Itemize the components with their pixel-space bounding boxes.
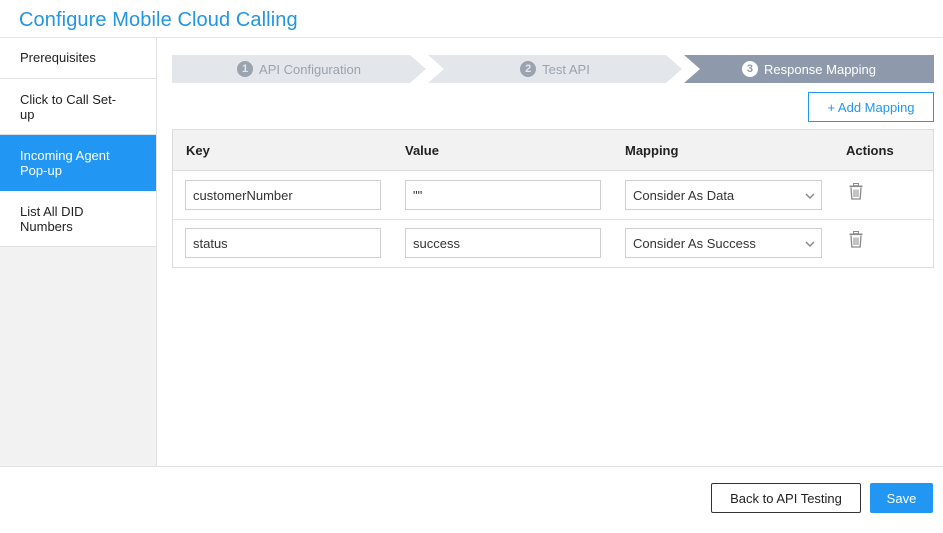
step-content: 3 Response Mapping	[741, 61, 877, 77]
column-header-mapping: Mapping	[625, 143, 679, 158]
step-label: Test API	[542, 61, 590, 77]
chevron-down-icon	[805, 241, 815, 247]
table-header: Key Value Mapping Actions	[173, 130, 933, 171]
sidebar-item-label: Pop-up	[20, 163, 62, 178]
step-label: API Configuration	[259, 61, 361, 77]
step-number-badge: 2	[520, 61, 537, 77]
add-mapping-button[interactable]: + Add Mapping	[808, 92, 934, 122]
footer-divider	[0, 466, 943, 467]
wizard-stepper: 1 API Configuration 2 Test API 3 Respons…	[172, 55, 934, 83]
sidebar-item-label: Incoming Agent	[20, 148, 110, 163]
chevron-down-icon	[805, 193, 815, 199]
sidebar-item-label: List All DID	[20, 204, 84, 219]
step-number-badge: 1	[237, 61, 254, 77]
row-divider	[173, 219, 933, 220]
step-content: 2 Test API	[520, 61, 590, 77]
sidebar-item-list-did[interactable]: List All DID Numbers	[0, 191, 156, 247]
sidebar-item-label: Prerequisites	[20, 50, 96, 65]
trash-icon[interactable]	[849, 231, 863, 248]
value-input[interactable]	[405, 228, 601, 258]
step-api-configuration[interactable]: 1 API Configuration	[172, 55, 426, 83]
mapping-table: Key Value Mapping Actions Consider As Da…	[172, 129, 934, 268]
key-input[interactable]	[185, 228, 381, 258]
step-test-api[interactable]: 2 Test API	[428, 55, 682, 83]
sidebar-item-label: up	[20, 107, 35, 122]
column-header-key: Key	[186, 143, 210, 158]
sidebar-item-incoming-agent[interactable]: Incoming Agent Pop-up	[0, 135, 156, 191]
back-to-api-testing-button[interactable]: Back to API Testing	[711, 483, 861, 513]
sidebar-item-label: Click to Call Set-	[20, 92, 117, 107]
mapping-select-value: Consider As Data	[633, 187, 735, 203]
save-button[interactable]: Save	[870, 483, 933, 513]
value-input[interactable]	[405, 180, 601, 210]
sidebar-item-label: Numbers	[20, 219, 73, 234]
sidebar-item-click-to-call[interactable]: Click to Call Set- up	[0, 79, 156, 135]
configure-dialog: Configure Mobile Cloud Calling Prerequis…	[0, 0, 943, 533]
column-header-actions: Actions	[846, 143, 894, 158]
step-content: 1 API Configuration	[237, 61, 361, 77]
key-input[interactable]	[185, 180, 381, 210]
column-header-value: Value	[405, 143, 439, 158]
mapping-select-value: Consider As Success	[633, 235, 756, 251]
step-response-mapping[interactable]: 3 Response Mapping	[684, 55, 934, 83]
step-label: Response Mapping	[763, 61, 877, 77]
mapping-select[interactable]: Consider As Success	[625, 228, 822, 258]
sidebar-item-prerequisites[interactable]: Prerequisites	[0, 38, 156, 79]
sidebar: Prerequisites Click to Call Set- up Inco…	[0, 38, 157, 466]
step-number-badge: 3	[741, 61, 758, 77]
dialog-title: Configure Mobile Cloud Calling	[19, 9, 298, 31]
mapping-select[interactable]: Consider As Data	[625, 180, 822, 210]
trash-icon[interactable]	[849, 183, 863, 200]
